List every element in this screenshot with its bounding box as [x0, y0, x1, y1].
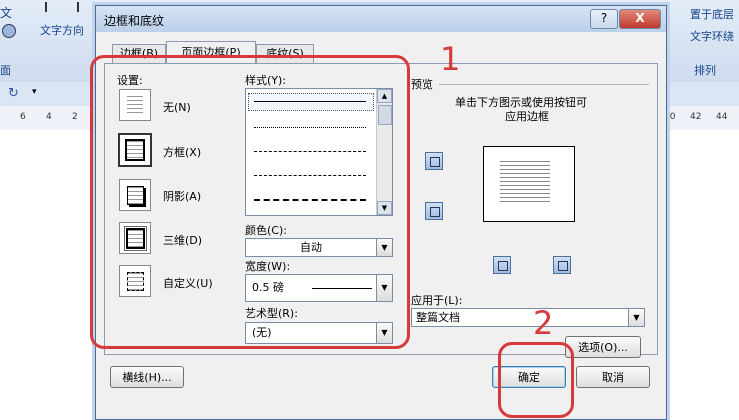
undo-icon[interactable]: ↻ [8, 86, 19, 101]
preview-divider [439, 84, 649, 85]
top-border-button[interactable] [425, 152, 443, 170]
shape-icon[interactable] [2, 24, 16, 38]
preview-page[interactable] [483, 146, 575, 222]
ruler-tick: 4 [46, 112, 52, 122]
left-border-button[interactable] [493, 256, 511, 274]
bring-to-back-button[interactable]: 置于底层 [690, 6, 734, 22]
ruler-tick: 6 [20, 112, 26, 122]
preview-text-lines [500, 161, 550, 205]
preview-hint-2: 应用边框 [505, 110, 549, 123]
annotation-label-2: 2 [533, 304, 554, 342]
help-button[interactable]: ? [590, 9, 618, 29]
ruler-tick: 42 [690, 112, 702, 122]
apply-label: 应用于(L): [411, 294, 463, 307]
annotation-box-1 [90, 55, 410, 349]
chevron-down-icon[interactable]: ▼ [628, 309, 644, 326]
bottom-border-button[interactable] [425, 202, 443, 220]
annotation-label-1: 1 [440, 40, 461, 78]
close-button[interactable]: X [619, 9, 661, 29]
ruler-tick: 2 [72, 112, 78, 122]
ruler-tick: 44 [716, 112, 728, 122]
options-button[interactable]: 选项(O)... [565, 336, 641, 358]
columns-icon[interactable] [45, 2, 79, 12]
apply-value: 整篇文档 [416, 311, 460, 324]
qat-dropdown-icon[interactable]: ▾ [32, 87, 37, 97]
horizontal-line-button[interactable]: 横线(H)... [110, 366, 184, 388]
right-border-button[interactable] [553, 256, 571, 274]
text-wrap-button[interactable]: 文字环绕 [690, 28, 734, 44]
cancel-button[interactable]: 取消 [576, 366, 650, 388]
ribbon-group-label: 面 [0, 64, 11, 77]
dialog-title: 边框和底纹 [104, 14, 165, 28]
annotation-box-2 [498, 342, 574, 418]
text-direction-button[interactable]: 文字方向 [40, 22, 84, 38]
preview-label: 预览 [411, 78, 433, 91]
apply-combo[interactable]: 整篇文档 ▼ [411, 308, 645, 327]
dialog-titlebar: 边框和底纹 ? X [96, 6, 666, 32]
ribbon-text-fragment: 文 [0, 6, 13, 20]
arrange-group-label: 排列 [694, 64, 716, 77]
